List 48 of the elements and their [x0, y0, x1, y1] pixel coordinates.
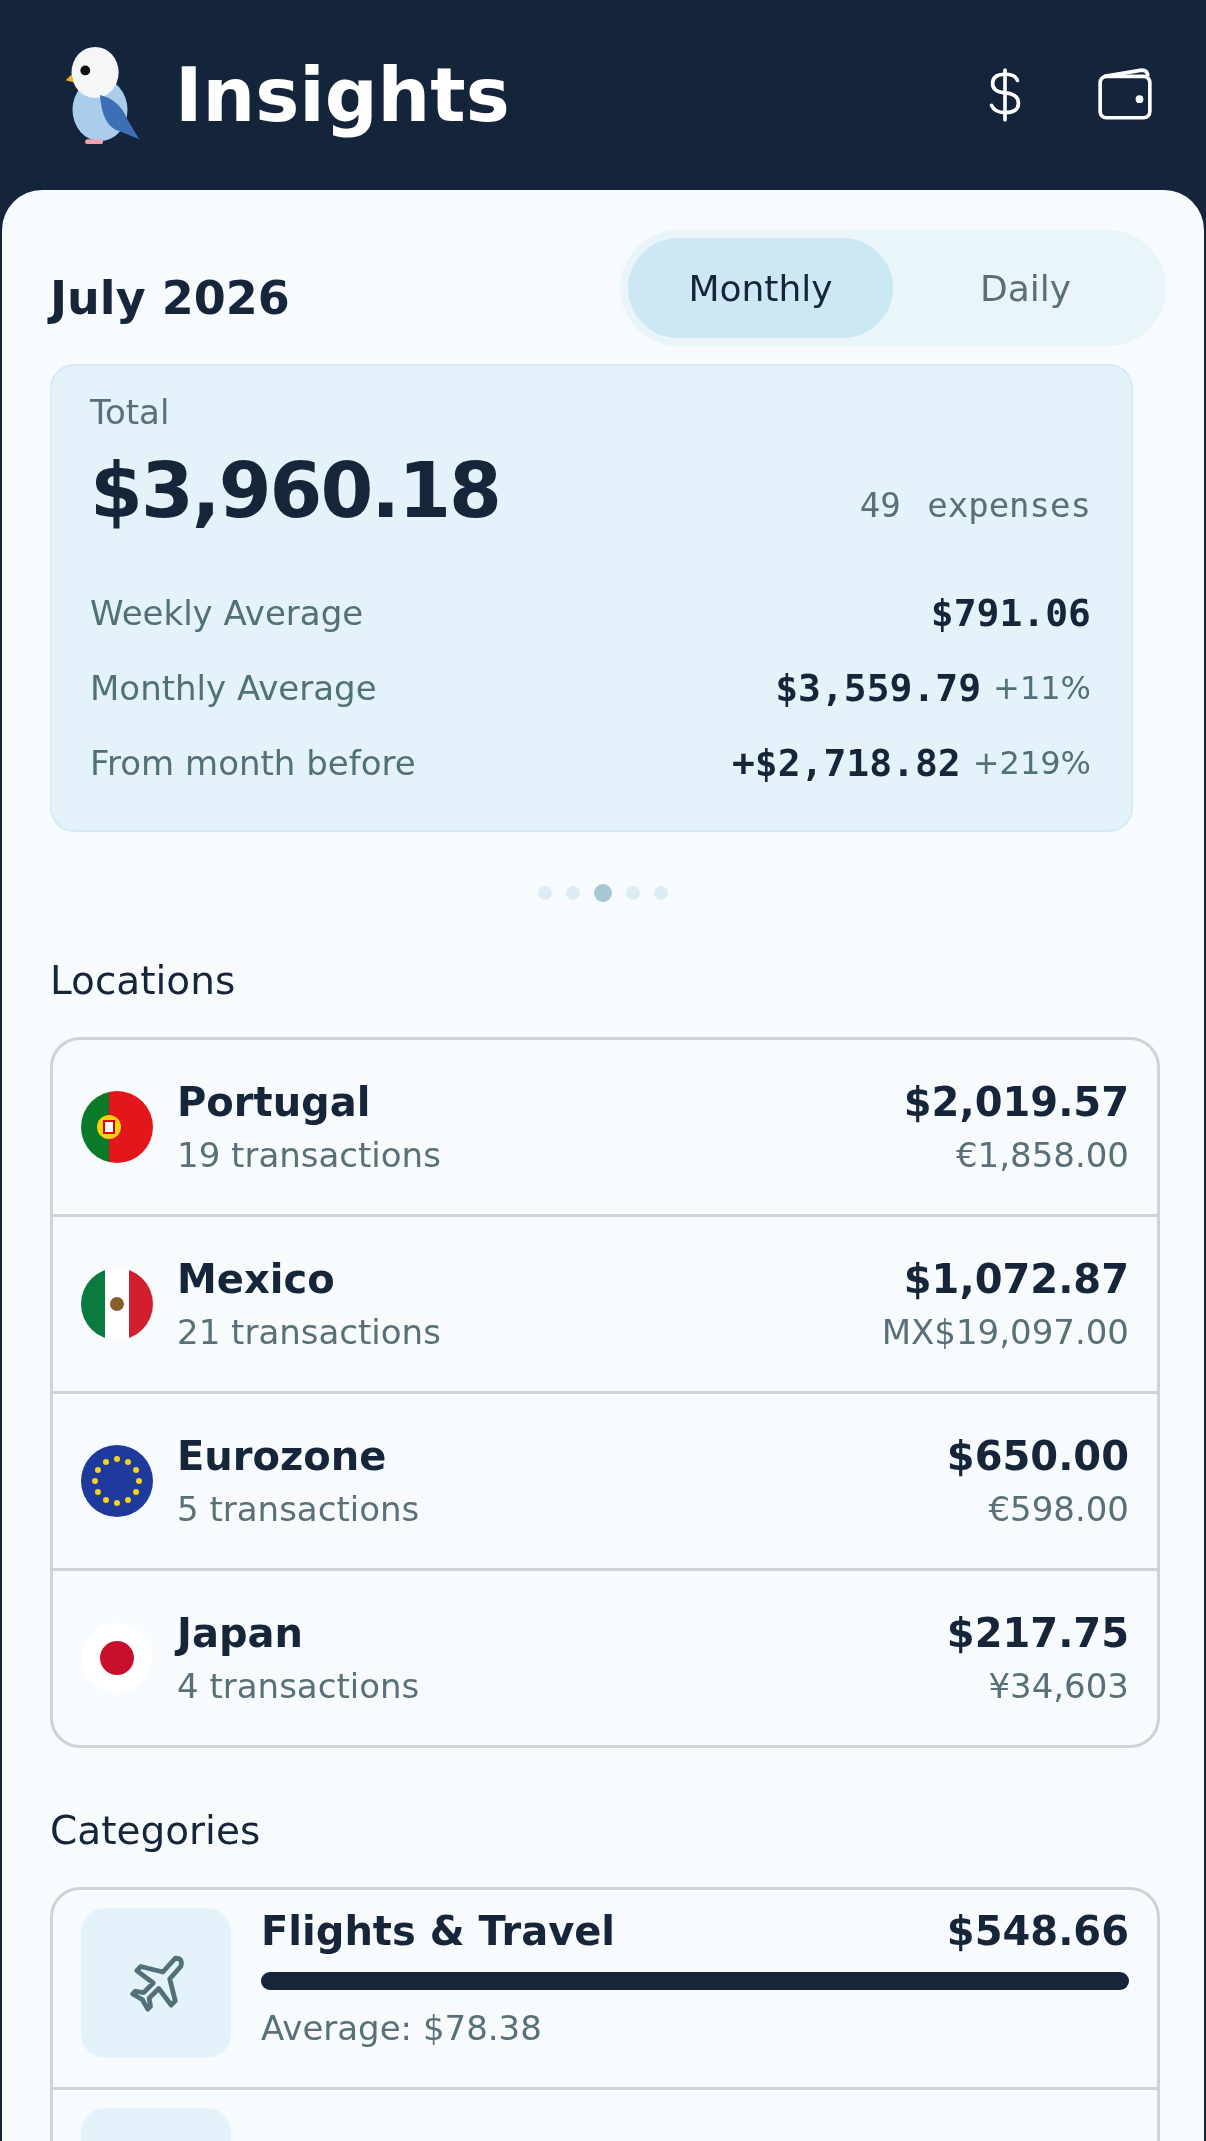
usd-amount: $1,072.87	[903, 1256, 1129, 1302]
location-row[interactable]: Japan 4 transactions $217.75 ¥34,603	[53, 1568, 1157, 1745]
local-amount: MX$19,097.00	[881, 1312, 1129, 1352]
stat-label: Weekly Average	[90, 592, 365, 633]
section-title: Locations	[50, 958, 237, 1003]
view-tab[interactable]: Monthly	[628, 238, 893, 338]
stat-value: $791.06	[930, 590, 1091, 635]
total-amount: $3,960.18	[90, 446, 500, 535]
location-row[interactable]: Portugal 19 transactions $2,019.57 €1,858.00	[53, 1040, 1157, 1214]
location-row[interactable]: Eurozone 5 transactions $650.00 €598.00	[53, 1391, 1157, 1568]
section-title: Categories	[50, 1808, 262, 1853]
page-title: Insights	[175, 52, 510, 138]
local-amount: €598.00	[988, 1489, 1129, 1529]
stat-change: +219%	[972, 743, 1091, 782]
stat-change: +11%	[993, 668, 1091, 707]
flag-icon	[81, 1091, 153, 1163]
view-tab[interactable]: Daily	[893, 238, 1158, 338]
category-average: Average: $78.38	[261, 2008, 543, 2048]
total-label: Total	[90, 392, 171, 432]
transaction-count: 5 transactions	[177, 1489, 421, 1529]
expense-count: 49 expenses	[859, 485, 1091, 525]
stat-value: $3,559.79	[775, 665, 982, 710]
transaction-count: 19 transactions	[177, 1135, 442, 1175]
category-amount: $548.66	[946, 1908, 1129, 1954]
pager-dot[interactable]	[626, 886, 640, 900]
usd-amount: $2,019.57	[903, 1079, 1129, 1125]
location-name: Portugal	[177, 1079, 372, 1125]
usd-amount: $650.00	[946, 1433, 1129, 1479]
local-amount: €1,858.00	[955, 1135, 1129, 1175]
category-name: Flights & Travel	[261, 1908, 616, 1954]
circle-flag-icon	[81, 1622, 153, 1694]
pager-dot[interactable]	[594, 884, 612, 902]
transaction-count: 21 transactions	[177, 1312, 442, 1352]
usd-amount: $217.75	[946, 1610, 1129, 1656]
transaction-count: 4 transactions	[177, 1666, 421, 1706]
pager-dot[interactable]	[538, 886, 552, 900]
category-row[interactable]: Flights & Travel $548.66 Average: $78.38	[53, 1890, 1157, 2090]
stat-value: +$2,718.82	[731, 740, 961, 785]
location-row[interactable]: Mexico 21 transactions $1,072.87 MX$19,097.00	[53, 1214, 1157, 1391]
pager-dot[interactable]	[654, 886, 668, 900]
flag-icon	[81, 1268, 153, 1340]
location-name: Mexico	[177, 1256, 336, 1302]
star-circle-flag-icon	[81, 1445, 153, 1517]
stat-label: From month before	[90, 742, 417, 783]
local-amount: ¥34,603	[988, 1666, 1129, 1706]
stat-label: Monthly Average	[90, 667, 378, 708]
pager-dot[interactable]	[566, 886, 580, 900]
location-name: Eurozone	[177, 1433, 388, 1479]
